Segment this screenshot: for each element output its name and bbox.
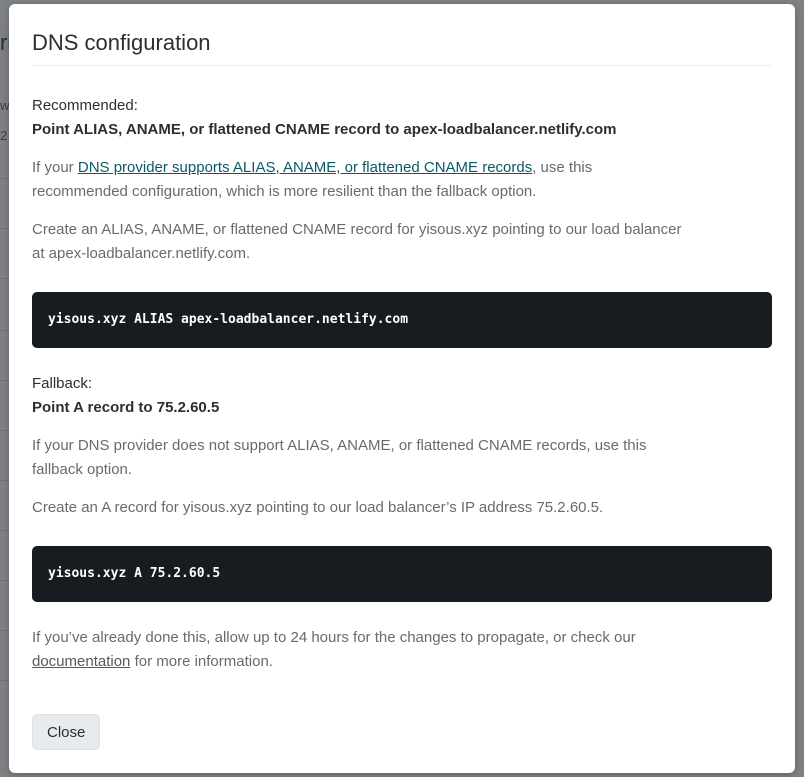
recommended-kicker: Recommended: [32, 97, 138, 114]
backdrop-partial-text: w [0, 98, 10, 113]
documentation-link[interactable]: documentation [32, 653, 130, 670]
backdrop-partial-link: 2 [0, 128, 8, 143]
propagation-note-suffix: for more information. [130, 653, 273, 670]
fallback-kicker: Fallback: [32, 375, 93, 392]
fallback-description: If your DNS provider does not support AL… [32, 437, 647, 478]
fallback-heading: Point A record to 75.2.60.5 [32, 399, 220, 416]
dns-provider-support-link[interactable]: DNS provider supports ALIAS, ANAME, or f… [78, 159, 532, 176]
dns-configuration-dialog: DNS configuration Recommended: Point ALI… [9, 4, 795, 773]
fallback-record-code[interactable]: yisous.xyz A 75.2.60.5 [32, 546, 772, 602]
recommended-description: If your DNS provider supports ALIAS, ANA… [32, 156, 692, 204]
dialog-title: DNS configuration [32, 4, 772, 66]
propagation-note: If you’ve already done this, allow up to… [32, 626, 692, 674]
recommended-heading: Point ALIAS, ANAME, or flattened CNAME r… [32, 121, 617, 138]
recommended-section: Recommended: Point ALIAS, ANAME, or flat… [32, 94, 772, 348]
recommended-instructions: Create an ALIAS, ANAME, or flattened CNA… [32, 221, 682, 262]
fallback-instructions: Create an A record for yisous.xyz pointi… [32, 499, 604, 516]
close-button[interactable]: Close [32, 714, 101, 750]
propagation-note-prefix: If you’ve already done this, allow up to… [32, 629, 636, 646]
fallback-section: Fallback: Point A record to 75.2.60.5 If… [32, 372, 772, 602]
recommended-record-code[interactable]: yisous.xyz ALIAS apex-loadbalancer.netli… [32, 292, 772, 348]
recommended-description-prefix: If your [32, 159, 78, 176]
